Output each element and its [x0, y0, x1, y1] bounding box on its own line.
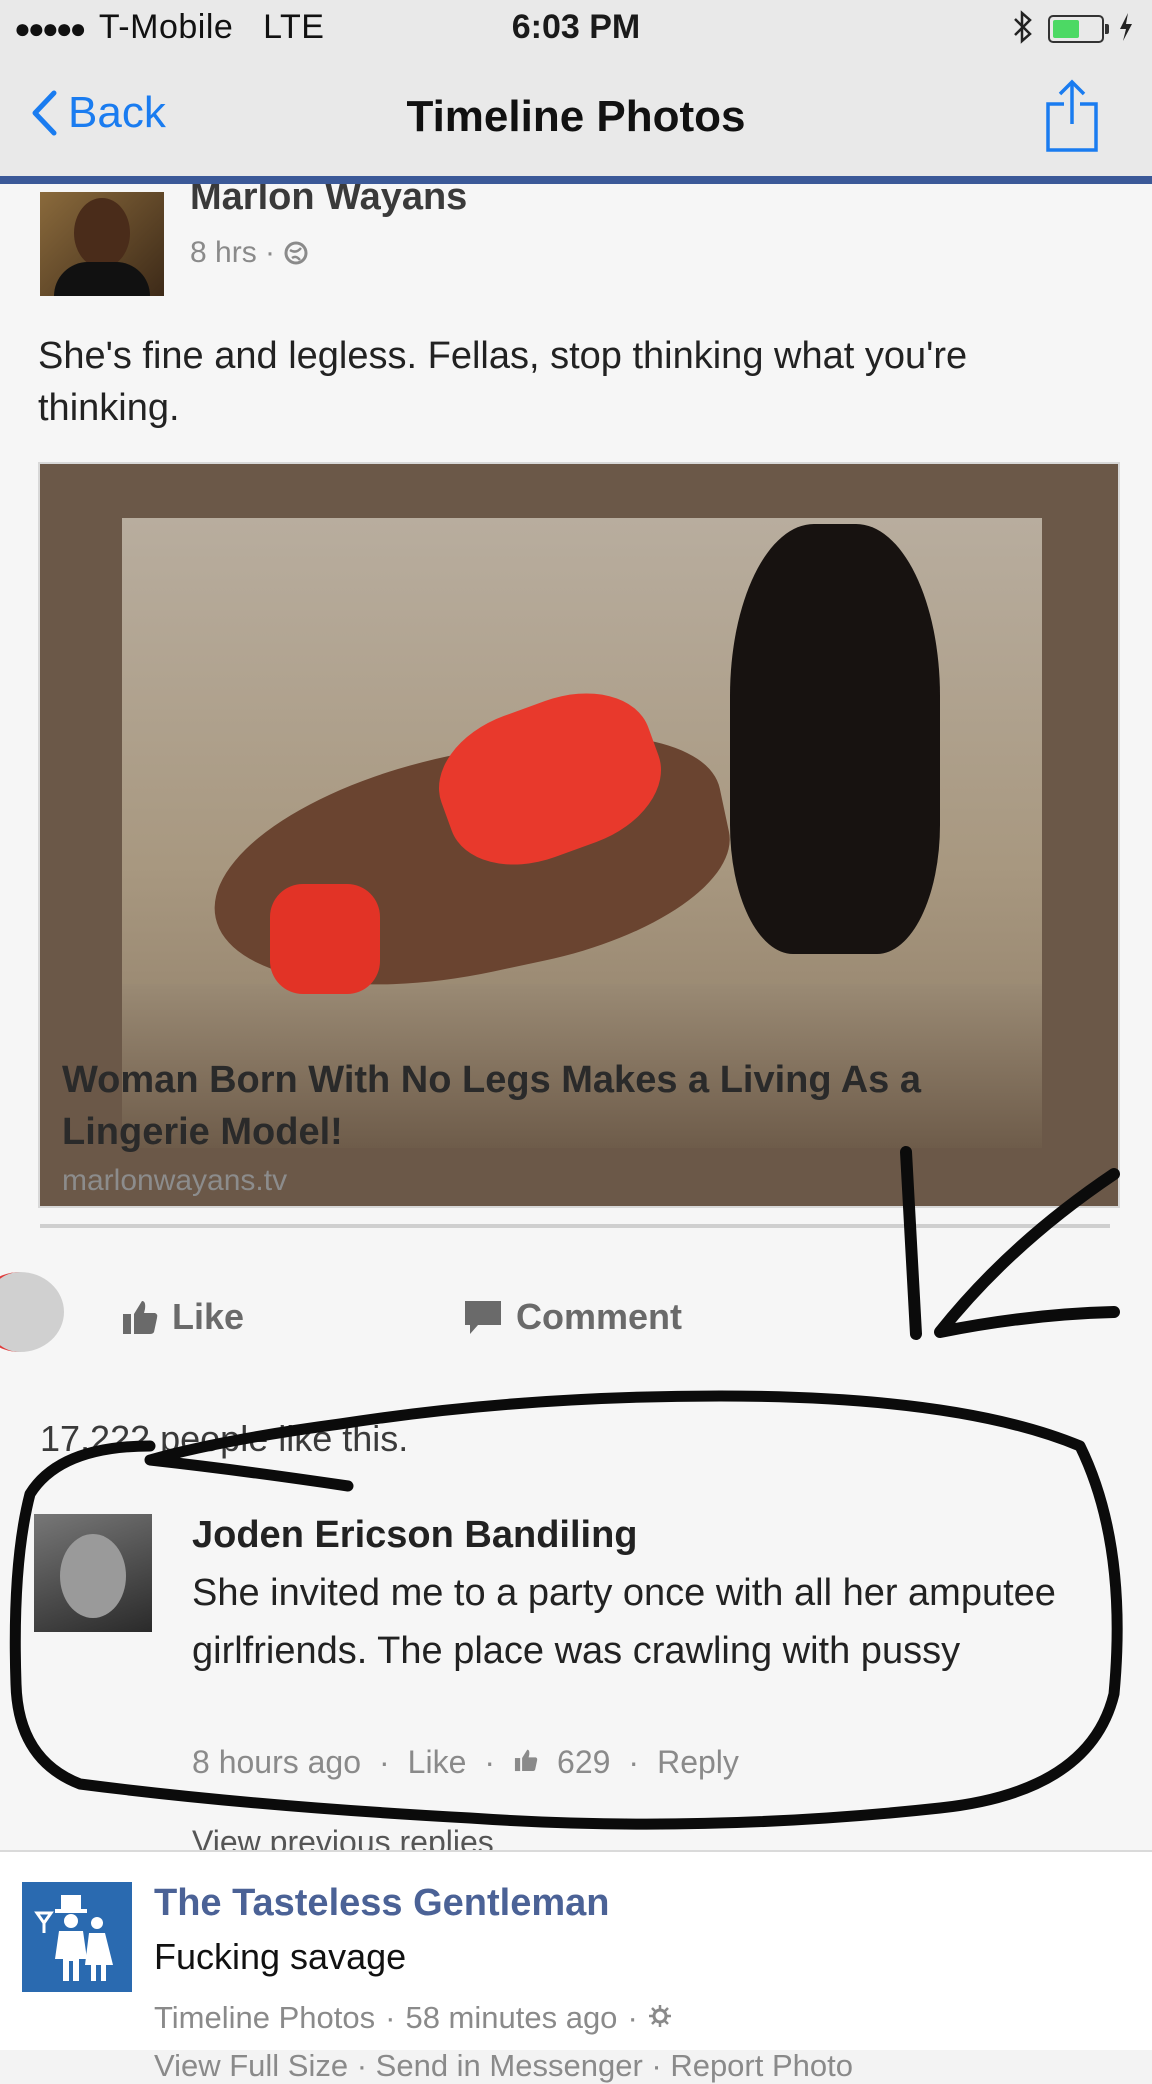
caption-text: Fucking savage	[154, 1936, 407, 1977]
avatar-shirt	[54, 262, 150, 296]
like-label: Like	[172, 1296, 245, 1337]
meta-dot: ·	[379, 1744, 390, 1780]
like-action: Like	[120, 1296, 244, 1338]
post-text: She's fine and legless. Fellas, stop thi…	[38, 335, 968, 429]
meta-separator: ·	[265, 236, 284, 269]
gear-icon[interactable]	[648, 2000, 672, 2036]
battery-icon	[1048, 15, 1109, 43]
post-author: Marlon Wayans	[190, 184, 468, 218]
meta-dot: ·	[484, 1744, 496, 1780]
timeline-photo[interactable]: Marlon Wayans 8 hrs · She's fine and leg…	[0, 184, 1152, 1850]
comment-text: She invited me to a party once with all …	[192, 1572, 1056, 1672]
commenter-avatar	[34, 1514, 152, 1632]
meta-separator: ·	[627, 2000, 638, 2035]
link-domain: marlonwayans.tv	[62, 1164, 288, 1197]
caption-meta: Timeline Photos · 58 minutes ago ·	[154, 2000, 672, 2036]
link-divider	[40, 1224, 1110, 1228]
caption-actions-line[interactable]: View Full Size · Send in Messenger · Rep…	[154, 2048, 853, 2084]
avatar-face	[74, 198, 130, 268]
status-right	[1012, 8, 1134, 50]
status-time: 6:03 PM	[511, 8, 641, 46]
comment-action: Comment	[462, 1296, 682, 1338]
view-previous-replies: View previous replies	[192, 1824, 494, 1850]
page-name[interactable]: The Tasteless Gentleman	[154, 1882, 609, 1925]
meta-dot: ·	[628, 1744, 640, 1780]
gentlemen-logo-icon	[34, 1895, 113, 1981]
nav-title: Timeline Photos	[406, 92, 746, 141]
comment-meta: 8 hours ago · Like · 629 · Reply	[192, 1744, 739, 1781]
status-bar: ●●●●● T-Mobile LTE 6:03 PM	[0, 0, 1152, 58]
navigation-bar: Back Timeline Photos	[0, 58, 1152, 184]
share-button[interactable]	[1044, 76, 1100, 159]
small-thumbs-up-icon	[513, 1744, 539, 1781]
post-time: 8 hrs	[190, 236, 257, 269]
comment-time: 8 hours ago	[192, 1744, 362, 1780]
battery-fill	[1053, 20, 1079, 38]
photo-caption: The Tasteless Gentleman Fucking savage T…	[0, 1850, 1152, 2083]
reaction-badge	[0, 1272, 64, 1352]
thumbs-up-icon	[123, 1301, 158, 1334]
image-red-bottom	[270, 884, 380, 994]
caption-time: 58 minutes ago	[405, 2000, 618, 2035]
poster-avatar	[40, 192, 164, 296]
meta-separator: ·	[385, 2000, 396, 2035]
speech-bubble-icon	[465, 1301, 501, 1334]
likes-summary: 17,222 people like this.	[40, 1418, 409, 1459]
comment-author: Joden Ericson Bandiling	[192, 1514, 638, 1556]
charging-icon	[1118, 12, 1134, 47]
globe-icon	[283, 236, 309, 269]
comment-label: Comment	[516, 1296, 683, 1337]
image-hair	[730, 524, 940, 954]
battery-nub	[1105, 24, 1109, 34]
commenter-face	[60, 1534, 126, 1618]
comment-reply-link: Reply	[657, 1744, 739, 1780]
bluetooth-icon	[1012, 9, 1034, 49]
comment-like-count: 629	[557, 1744, 611, 1780]
album-link[interactable]: Timeline Photos	[154, 2000, 375, 2036]
page-logo[interactable]	[22, 1882, 132, 1992]
comment-like-link: Like	[407, 1744, 467, 1780]
share-icon	[1046, 79, 1098, 152]
link-title: Woman Born With No Legs Makes a Living A…	[62, 1059, 922, 1153]
post-meta: 8 hrs ·	[190, 236, 309, 270]
